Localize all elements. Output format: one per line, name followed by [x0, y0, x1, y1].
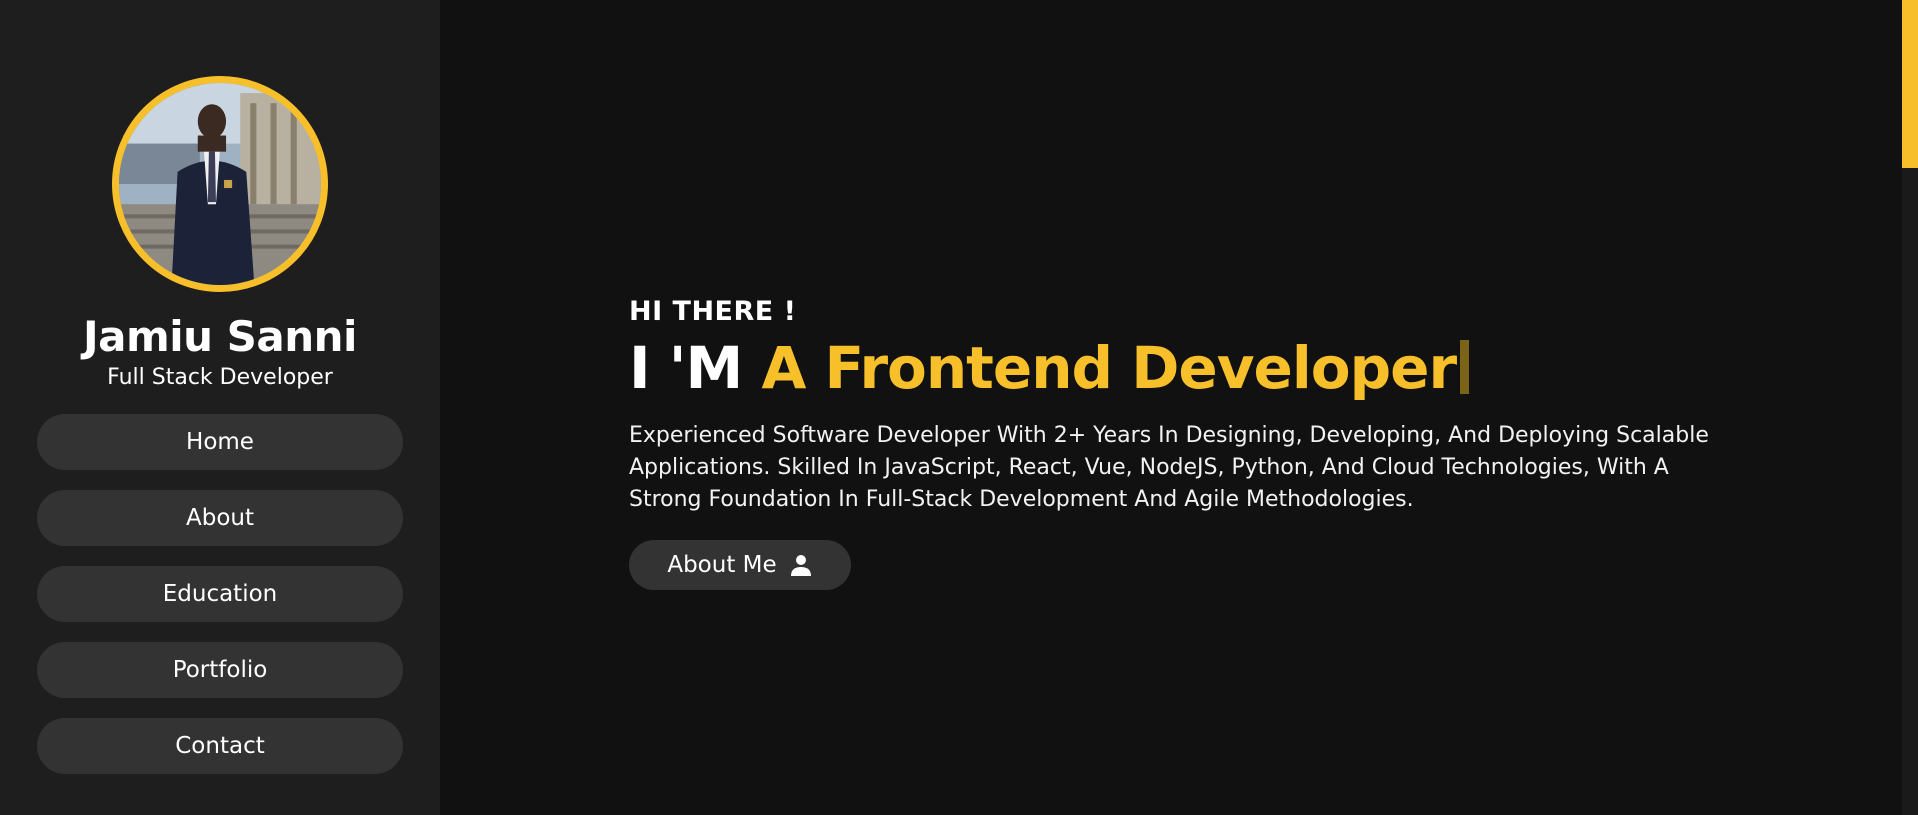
sidebar-nav: Home About Education Portfolio Contact — [37, 414, 403, 774]
profile-role: Full Stack Developer — [107, 365, 333, 390]
nav-item-about[interactable]: About — [37, 490, 403, 546]
hero-summary: Experienced Software Developer With 2+ Y… — [629, 422, 1709, 512]
user-icon — [790, 554, 811, 576]
profile-name: Jamiu Sanni — [83, 312, 357, 361]
nav-item-contact[interactable]: Contact — [37, 718, 403, 774]
main-content: HI THERE ! I 'M A Frontend Developer Exp… — [440, 0, 1918, 815]
nav-item-education[interactable]: Education — [37, 566, 403, 622]
scrollbar-thumb[interactable] — [1902, 0, 1918, 168]
sidebar: Jamiu Sanni Full Stack Developer Home Ab… — [0, 0, 440, 815]
nav-item-portfolio[interactable]: Portfolio — [37, 642, 403, 698]
about-me-button[interactable]: About Me — [629, 539, 851, 590]
headline-role: A Frontend Developer — [761, 334, 1457, 402]
headline-prefix: I 'M — [629, 334, 743, 402]
nav-item-home[interactable]: Home — [37, 414, 403, 470]
about-me-button-label: About Me — [667, 551, 777, 578]
profile-photo — [119, 83, 321, 285]
app: Jamiu Sanni Full Stack Developer Home Ab… — [0, 0, 1918, 815]
hero-headline: I 'M A Frontend Developer — [629, 335, 1749, 402]
hero-section: HI THERE ! I 'M A Frontend Developer Exp… — [629, 296, 1749, 590]
typing-cursor — [1460, 340, 1470, 394]
avatar — [112, 76, 328, 292]
scrollbar[interactable] — [1902, 0, 1918, 815]
hero-greeting: HI THERE ! — [629, 296, 797, 327]
